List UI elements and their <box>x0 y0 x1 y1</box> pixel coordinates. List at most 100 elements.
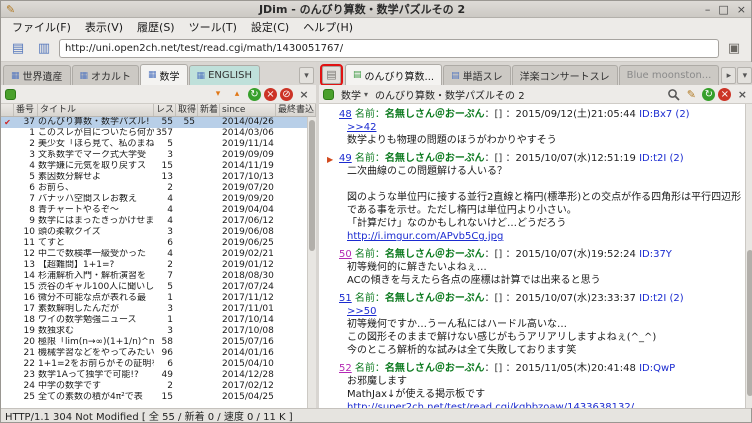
thread-list-row[interactable]: 18 ワイの数学勉強ニュース 1 2017/10/14 <box>1 315 316 326</box>
post-id-link[interactable]: ID:QwP <box>639 363 675 374</box>
post-name[interactable]: 名無しさん＠おーぷん <box>385 363 485 374</box>
post-text-line: この図形そのままで解けない感じがもうアリアリしますよねぇ(^_^) <box>347 332 657 343</box>
column-mark[interactable] <box>1 104 14 116</box>
thread-list-row[interactable]: 25 全ての素数の積が4π²で表 15 2015/04/25 <box>1 392 316 403</box>
board-tab-math[interactable]: ▦ 数学 <box>140 64 188 85</box>
thread-list-row[interactable]: 9 数学にはまったきっかけせま 4 2017/06/12 <box>1 216 316 227</box>
post-name[interactable]: 名無しさん＠おーぷん <box>385 153 485 164</box>
thread-tab-nonbiri[interactable]: ▤ のんびり算数... <box>345 64 443 85</box>
thread-list-row[interactable]: 19 数独求む 3 2017/10/08 <box>1 326 316 337</box>
thread-tab-list-button[interactable]: ▾ <box>737 67 752 84</box>
thread-tab-tango[interactable]: ▤ 単語スレ <box>443 65 511 85</box>
post-name[interactable]: 名無しさん＠おーぷん <box>385 249 485 260</box>
thread-list-row[interactable]: 11 てすと 6 2019/06/25 <box>1 238 316 249</box>
post-number-link[interactable]: 52 <box>339 363 352 374</box>
search-icon[interactable] <box>667 88 680 101</box>
pane-toggle-icon[interactable]: ▤ <box>320 63 343 86</box>
scrollbar-thumb[interactable] <box>747 249 752 396</box>
board-tab-icon: ▦ <box>196 70 206 81</box>
thread-list-row[interactable]: 5 素因数分解せよ 13 2017/10/13 <box>1 172 316 183</box>
thread-list-row[interactable]: 2 美少女「ほら見て、私のまね 5 2019/11/14 <box>1 139 316 150</box>
thread-list-row[interactable]: 6 お前ら、 2 2019/07/20 <box>1 183 316 194</box>
post-anchor-link[interactable]: >>42 <box>339 121 742 134</box>
board-tab-english[interactable]: ▦ ENGLISH <box>188 65 260 85</box>
close-button[interactable]: × <box>737 2 746 17</box>
post-number-link[interactable]: 51 <box>339 293 352 304</box>
sort-down-icon[interactable]: ▾ <box>210 87 226 102</box>
thread-list-row[interactable]: 221+1=2をお前らがその証明を最 6 2015/04/10 <box>1 359 316 370</box>
thread-list-row[interactable]: 10 頭の柔軟クイズ 3 2019/06/08 <box>1 227 316 238</box>
thread-list-row[interactable]: 4 数学嫌に元気を取り戻すス 15 2014/11/19 <box>1 161 316 172</box>
post-mail: ：[] ： <box>484 109 516 120</box>
thread-list-row[interactable]: 24 中学の数学です 2 2017/02/12 <box>1 381 316 392</box>
thread-list-row[interactable]: ✔ 37 のんびり算数・数学パズル! 55 55 2014/04/26 <box>1 117 316 128</box>
thread-list-row[interactable]: 1 このスレが目についたら何か 357 2014/03/06 <box>1 128 316 139</box>
thread-list-row[interactable]: 23 数学1Aって独学で可能!? 49 2014/12/28 <box>1 370 316 381</box>
post-text-line: 二次曲線のこの問題解ける人いる？ <box>347 166 507 177</box>
post-id-link[interactable]: ID:Bx7 <box>639 109 672 120</box>
menu-view[interactable]: 表示(V) <box>78 18 130 36</box>
thread-list-row[interactable]: 15 渋谷のギャル100人に聞いし 5 2017/07/24 <box>1 282 316 293</box>
open-url-icon[interactable]: ▣ <box>723 39 745 59</box>
column-last-write[interactable]: 最終書込 <box>276 104 316 116</box>
menu-help[interactable]: ヘルプ(H) <box>296 18 360 36</box>
thread-list-row[interactable]: 21 機械学習などをやってみたい 96 2014/01/16 <box>1 348 316 359</box>
thread-list-row[interactable]: 20極限「lim(n→∞)(1+1/n)^n」の結d 58 2015/07/16 <box>1 337 316 348</box>
thread-list-row[interactable]: 3 文系数学でマーク式大学受 3 2019/09/09 <box>1 150 316 161</box>
tab-scroll-right-button[interactable]: ▸ <box>721 67 737 84</box>
post-number-link[interactable]: 48 <box>339 109 352 120</box>
thread-list-row[interactable]: 17 素数解明したんだが 3 2017/11/01 <box>1 304 316 315</box>
stop-board-icon[interactable]: × <box>264 87 277 101</box>
list-scrollbar[interactable] <box>307 117 316 408</box>
thread-scrollbar[interactable] <box>745 104 752 408</box>
write-icon[interactable]: ✎ <box>683 87 699 102</box>
post-id-link[interactable]: ID:t2I <box>639 153 666 164</box>
column-title[interactable]: タイトル <box>38 104 154 116</box>
thread-list-row[interactable]: 16 微分不可能な点が表れる最 1 2017/11/12 <box>1 293 316 304</box>
thread-list-row[interactable]: 14 杉浦解析入門・解析演習を 7 2018/08/30 <box>1 271 316 282</box>
thread-view-icon[interactable]: ▥ <box>33 39 55 59</box>
column-since[interactable]: since <box>220 104 276 116</box>
row-check-icon <box>1 271 14 282</box>
post-anchor-link[interactable]: >>50 <box>339 305 742 318</box>
board-tab-list-button[interactable]: ▾ <box>299 67 314 84</box>
board-select[interactable]: 数学 ▾ <box>337 87 372 102</box>
post-number-link[interactable]: 49 <box>339 153 352 164</box>
column-new[interactable]: 新着 <box>198 104 220 116</box>
thread-list-row[interactable]: 12 中二で数検準一級受かった 4 2019/02/21 <box>1 249 316 260</box>
url-input[interactable] <box>59 39 719 58</box>
post-number-link[interactable]: 50 <box>339 249 352 260</box>
scrollbar-thumb[interactable] <box>309 119 315 251</box>
board-tab-occult[interactable]: ▦ オカルト <box>71 65 140 85</box>
maximize-button[interactable]: □ <box>718 2 728 17</box>
post-link[interactable]: http://i.imgur.com/APvb5Cg.jpg <box>339 230 742 243</box>
sort-up-icon[interactable]: ▴ <box>229 87 245 102</box>
stop-thread-icon[interactable]: × <box>718 87 732 101</box>
post-name[interactable]: 名無しさん＠おーぷん <box>385 293 485 304</box>
thread-tab-yogaku[interactable]: 洋楽コンサートスレ <box>511 65 618 85</box>
thread-list-row[interactable]: 8 青チャートやるぞ〜 4 2019/04/04 <box>1 205 316 216</box>
close-thread-icon[interactable]: × <box>734 87 750 102</box>
column-number[interactable]: 番号 <box>14 104 38 116</box>
thread-list-row[interactable]: 13 【超難問】1+1=? 2 2019/01/12 <box>1 260 316 271</box>
menu-tools[interactable]: ツール(T) <box>182 18 244 36</box>
thread-tab-bluemoon[interactable]: Blue moonston... <box>618 65 720 85</box>
post-name[interactable]: 名無しさん＠おーぷん <box>385 109 485 120</box>
column-res[interactable]: レス <box>154 104 176 116</box>
post-id-link[interactable]: ID:37Y <box>639 249 672 260</box>
menu-file[interactable]: ファイル(F) <box>5 18 78 36</box>
column-loaded[interactable]: 取得 <box>176 104 198 116</box>
post-id-link[interactable]: ID:t2I <box>639 293 666 304</box>
row-check-icon <box>1 205 14 216</box>
board-tab-sekaiisan[interactable]: ▦ 世界遺産 <box>3 65 71 85</box>
menu-history[interactable]: 履歴(S) <box>130 18 182 36</box>
reload-board-icon[interactable]: ↻ <box>248 87 261 101</box>
close-board-icon[interactable]: × <box>296 87 312 102</box>
thread-list-row[interactable]: 7 バナッハ空間スレお教え 4 2019/09/20 <box>1 194 316 205</box>
delete-icon[interactable]: ⊘ <box>280 87 293 101</box>
post-link[interactable]: http://super2ch.net/test/read.cgi/kqbbzo… <box>339 401 742 408</box>
menu-settings[interactable]: 設定(C) <box>244 18 296 36</box>
reload-thread-icon[interactable]: ↻ <box>702 87 716 101</box>
board-view-icon[interactable]: ▤ <box>7 39 29 59</box>
minimize-button[interactable]: – <box>705 2 711 17</box>
